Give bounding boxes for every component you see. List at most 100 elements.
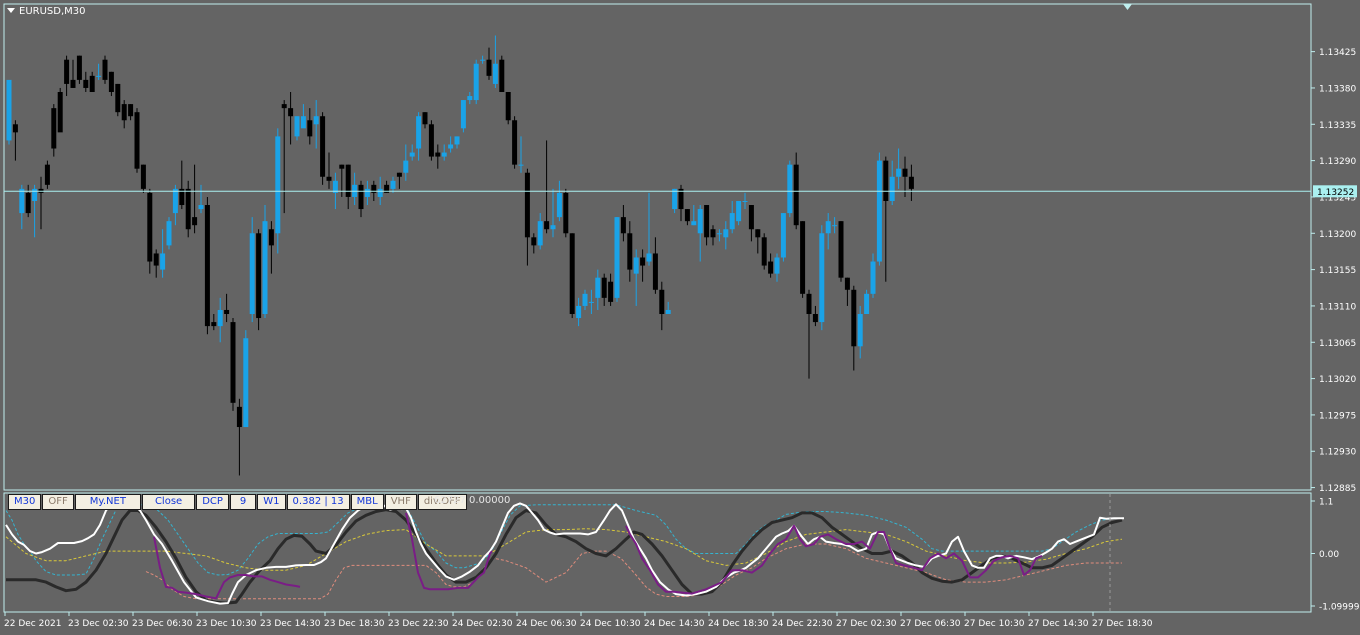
candle-body: [569, 233, 575, 315]
time-tick-label: 23 Dec 02:30: [68, 619, 129, 629]
candle-body: [454, 136, 460, 145]
candle-body: [409, 152, 415, 157]
candle-body: [742, 200, 748, 202]
ind-btn-price[interactable]: Close: [141, 494, 196, 510]
candle-body: [320, 116, 326, 177]
ind-btn-dcp[interactable]: DCP: [196, 494, 229, 510]
price-tick-label: 1.13425: [1319, 48, 1356, 58]
candle-body: [556, 192, 562, 218]
candle-body: [620, 217, 626, 234]
candle-body: [230, 322, 236, 403]
candle-body: [288, 108, 294, 117]
candle-body: [435, 152, 441, 157]
candle-body: [595, 277, 601, 298]
candle-body: [166, 221, 172, 246]
candle-body: [563, 192, 569, 234]
candle-body: [281, 104, 287, 109]
ind-btn-period[interactable]: 9: [229, 494, 257, 510]
candle-body: [313, 116, 319, 125]
candle-body: [640, 257, 646, 266]
candle-body: [262, 221, 268, 315]
candle-body: [505, 91, 511, 121]
time-tick-label: 27 Dec 06:30: [900, 619, 961, 629]
ind-btn-mbl[interactable]: MBL: [350, 494, 384, 510]
candle-body: [588, 301, 594, 303]
candle-body: [844, 277, 850, 290]
candle-body: [710, 229, 716, 238]
time-tick-label: 27 Dec 02:30: [836, 619, 897, 629]
candle-body: [339, 164, 345, 169]
candle-body: [473, 63, 479, 101]
time-tick-label: 23 Dec 06:30: [132, 619, 193, 629]
candle-body: [364, 188, 370, 197]
price-tick-label: 1.12975: [1319, 411, 1356, 421]
candle-body: [44, 164, 50, 185]
ind-btn-vhf[interactable]: VHF: [384, 494, 417, 510]
candle-body: [608, 281, 614, 302]
candle-body: [204, 205, 210, 327]
candle-body: [377, 188, 383, 197]
candle-body: [345, 164, 351, 197]
ind-btn-ratio[interactable]: 0.382 | 13: [286, 494, 350, 510]
candle-body: [544, 221, 550, 230]
candle-body: [102, 59, 108, 80]
candle-body: [838, 221, 844, 278]
indicator-line-purple: [625, 524, 1043, 595]
candle-body: [403, 160, 409, 173]
candle-body: [441, 152, 447, 157]
time-tick-label: 23 Dec 22:30: [388, 619, 449, 629]
candle-body: [704, 205, 710, 238]
candle-body: [108, 71, 114, 92]
time-axis: 22 Dec 2021 23 Dec 02:30 23 Dec 06:30 23 De…: [4, 612, 1153, 629]
candle-body: [6, 79, 12, 141]
candle-body: [243, 338, 249, 428]
candle-body: [51, 108, 57, 149]
candle-body: [908, 176, 914, 189]
ind-btn-method[interactable]: My.NET: [74, 494, 141, 510]
candle-body: [416, 116, 422, 149]
price-tick-label: 1.12885: [1319, 484, 1356, 494]
ind-btn-timeframe[interactable]: M30: [8, 494, 42, 510]
candle-body: [460, 100, 466, 129]
time-tick-label: 27 Dec 18:30: [1092, 619, 1153, 629]
chart-canvas[interactable]: 1.134251.133801.133351.132901.132451.132…: [0, 0, 1360, 631]
candle-body: [249, 233, 255, 315]
candle-body: [825, 221, 831, 234]
candle-body: [172, 188, 178, 214]
price-tick-label: 1.13110: [1319, 302, 1356, 312]
candle-body: [582, 293, 588, 306]
candle-body: [115, 83, 121, 113]
candle-body: [76, 55, 82, 80]
ind-btn-off[interactable]: OFF: [42, 494, 74, 510]
time-tick-label: 23 Dec 10:30: [196, 619, 257, 629]
candle-body: [524, 172, 530, 238]
candle-body: [12, 124, 18, 133]
candle-body: [396, 172, 402, 177]
candle-body: [697, 209, 703, 234]
price-tick-label: 1.12930: [1319, 448, 1356, 458]
price-tick-label: 1.13020: [1319, 375, 1356, 385]
time-tick-label: 24 Dec 22:30: [772, 619, 833, 629]
candle-body: [736, 200, 742, 222]
candle-body: [499, 59, 505, 92]
candle-body: [83, 79, 89, 88]
candle-body: [896, 168, 902, 177]
candle-body: [89, 75, 95, 92]
candle-body: [550, 225, 556, 230]
price-tick-label: 1.13380: [1319, 84, 1356, 94]
indicator-tick-label: 1.1: [1319, 498, 1333, 508]
candle-body: [800, 221, 806, 294]
candle-body: [665, 309, 671, 315]
candle-body: [646, 253, 652, 262]
symbol-title[interactable]: EURUSD,M30: [7, 6, 85, 17]
indicator-tick-label: -1.09999: [1319, 602, 1360, 612]
chart-root[interactable]: 1.13425 1.13380 1.13335 1.13290 1.13245 1.132…: [0, 0, 1360, 631]
candle-body: [128, 104, 134, 117]
ind-btn-w1[interactable]: W1: [257, 494, 286, 510]
candle-body: [531, 237, 537, 246]
chevron-down-icon[interactable]: [7, 8, 15, 13]
candle-body: [780, 213, 786, 258]
candle-body: [147, 192, 153, 262]
time-tick-label: 24 Dec 10:30: [580, 619, 641, 629]
candle-body: [480, 59, 486, 61]
